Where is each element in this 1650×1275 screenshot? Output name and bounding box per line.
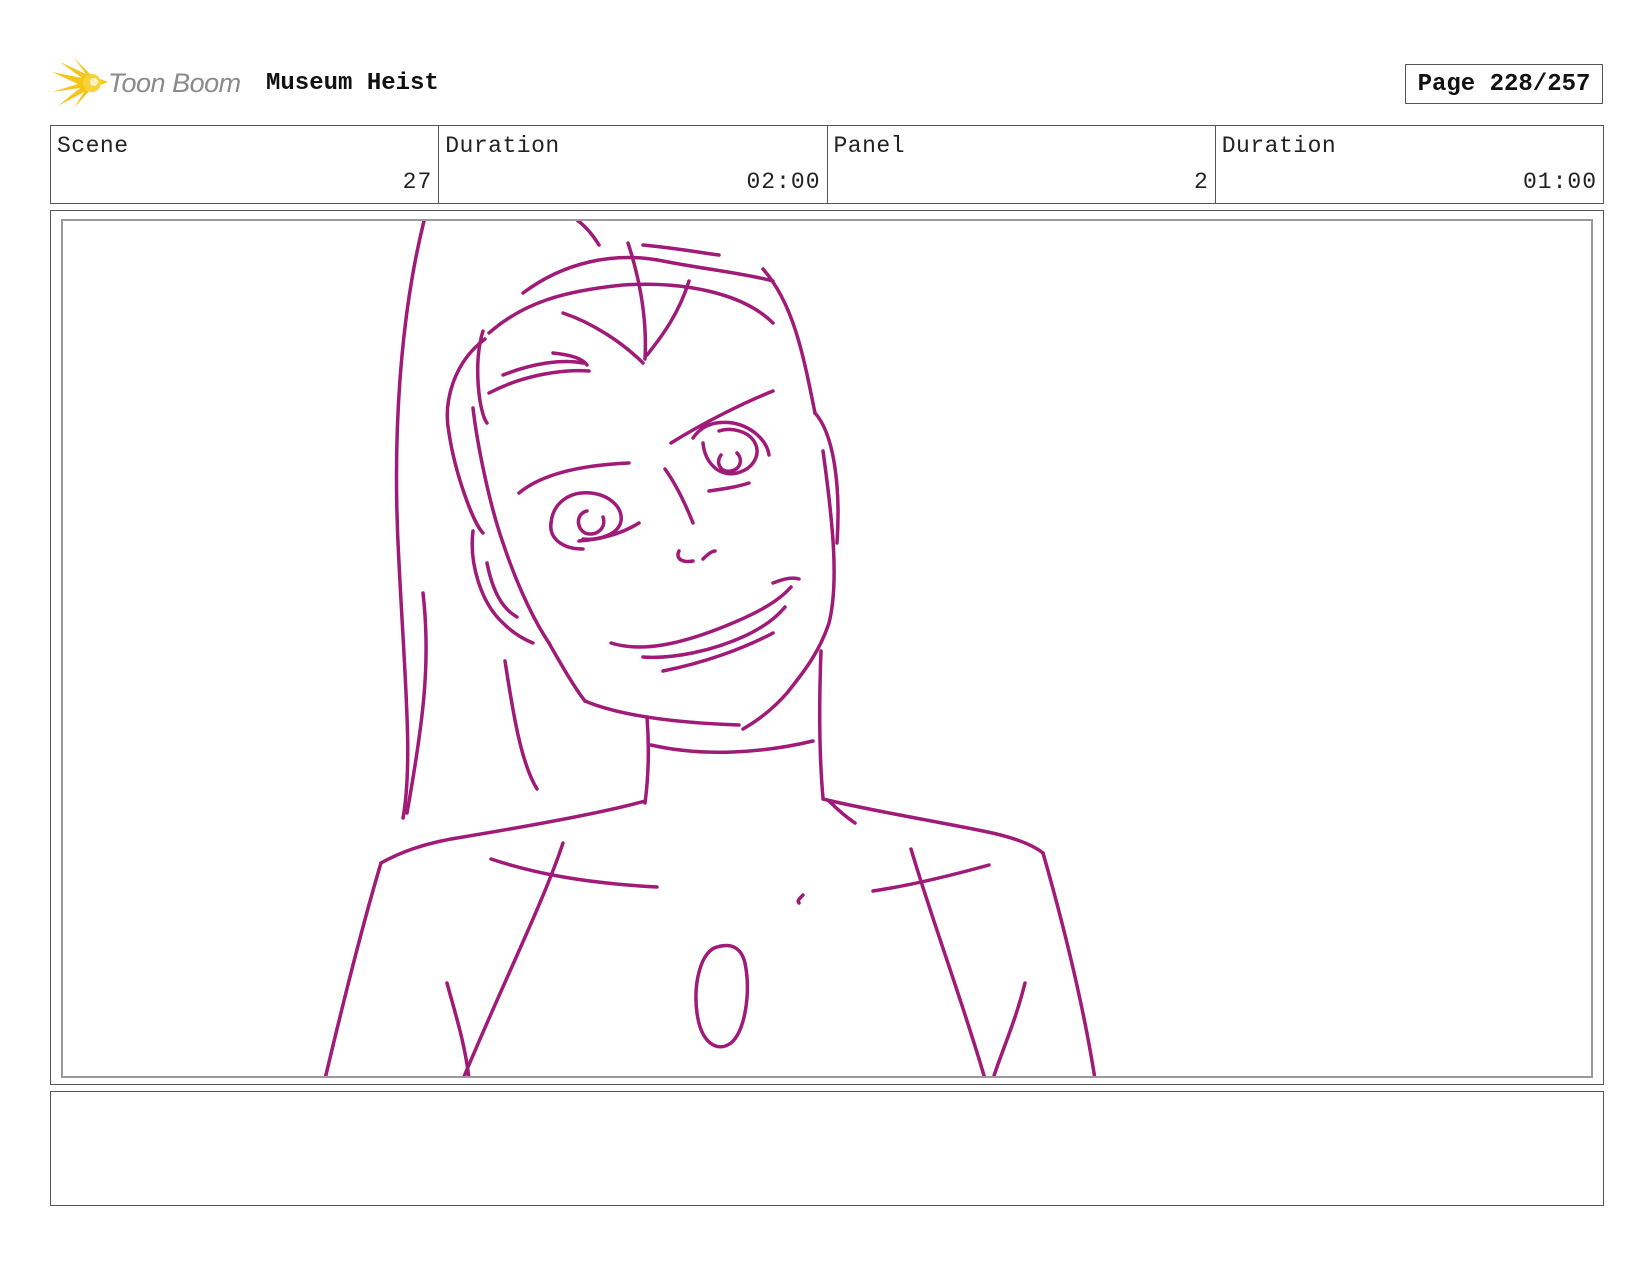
logo-text: Toon Boom [108,68,241,98]
scene-cell: Scene 27 [51,126,440,203]
starburst-icon [52,58,108,108]
panel-duration-label: Duration [1221,133,1337,159]
scene-duration-cell: Duration 02:00 [439,126,828,203]
panel-duration-cell: Duration 01:00 [1216,126,1603,203]
panel-duration-value: 01:00 [1522,169,1597,195]
project-title: Museum Heist [266,70,439,97]
storyboard-panel [61,219,1593,1078]
panel-notes-box[interactable] [50,1091,1604,1206]
panel-value: 2 [1193,169,1209,195]
scene-info-table: Scene 27 Duration 02:00 Panel 2 Duration… [50,125,1604,204]
panel-label: Panel [833,133,906,159]
scene-label: Scene [57,133,129,159]
character-sketch [323,221,1097,1076]
page-indicator: Page 228/257 [1405,64,1603,104]
toon-boom-logo: Toon Boom [52,58,252,110]
storyboard-panel-frame [50,210,1604,1085]
scene-duration-value: 02:00 [746,169,821,195]
scene-duration-label: Duration [445,133,560,159]
scene-value: 27 [402,169,433,195]
panel-cell: Panel 2 [828,126,1216,203]
